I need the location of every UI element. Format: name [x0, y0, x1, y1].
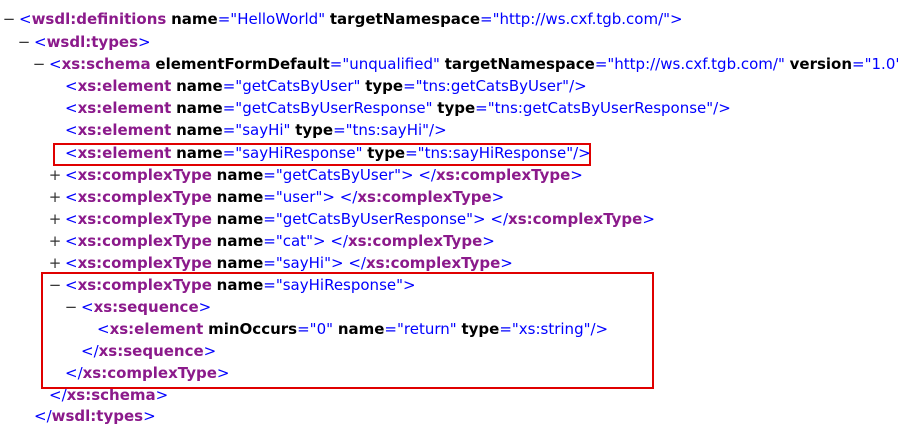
attr-name: targetNamespace	[329, 10, 480, 28]
xml-node-xs-complextype-collapsed: + <xs:complexType name="user"> </xs:compl…	[48, 186, 505, 208]
xml-node-wsdl-definitions: − <wsdl:definitions name="HelloWorld" tar…	[2, 8, 683, 30]
xml-node-xs-schema: − <xs:schema elementFormDefault="unqualif…	[32, 53, 898, 75]
attr-name: targetNamespace	[444, 55, 595, 73]
attr-name: name	[176, 121, 223, 139]
attr-value: tns:getCatsByUserResponse	[494, 99, 707, 117]
tag-name: xs:schema	[61, 55, 151, 73]
tag-name: xs:complexType	[77, 166, 212, 184]
tag-name: xs:complexType	[357, 188, 492, 206]
attr-name: name	[171, 10, 218, 28]
attr-name: type	[437, 99, 476, 117]
tag-name: xs:complexType	[508, 210, 643, 228]
tag-name: xs:complexType	[435, 166, 571, 184]
attr-value: cat	[282, 232, 307, 250]
attr-value: getCatsByUser	[242, 77, 354, 95]
attr-value: http://ws.cxf.tgb.com/	[499, 10, 664, 28]
attr-value: sayHi	[242, 121, 284, 139]
xml-node-xs-complextype-collapsed: + <xs:complexType name="sayHi"> </xs:comp…	[48, 252, 513, 274]
xml-node-end-wsdl-types: </wsdl:types>	[34, 407, 156, 425]
tag-name: xs:complexType	[365, 254, 501, 272]
attr-value: getCatsByUserResponse	[282, 210, 467, 228]
highlight-box-element	[53, 143, 591, 166]
attr-value: tns:getCatsByUser	[422, 77, 563, 95]
tag-name: wsdl:types	[46, 33, 139, 51]
tag-name: xs:complexType	[77, 210, 212, 228]
collapse-toggle[interactable]: −	[32, 53, 46, 75]
tag-name: xs:complexType	[77, 188, 212, 206]
attr-name: name	[216, 166, 264, 184]
attr-name: name	[176, 99, 223, 117]
tag-name: xs:complexType	[77, 254, 212, 272]
attr-value: unqualified	[349, 55, 434, 73]
tag-name: wsdl:definitions	[31, 10, 167, 28]
tag-name: wsdl:types	[51, 407, 144, 425]
attr-name: type	[365, 77, 404, 95]
attr-value: tns:sayHi	[352, 121, 423, 139]
xml-node-xs-complextype-collapsed: + <xs:complexType name="getCatsByUserResp…	[48, 208, 655, 230]
tag-name: xs:complexType	[77, 232, 212, 250]
expand-toggle[interactable]: +	[48, 208, 62, 230]
tag-name: xs:complexType	[347, 232, 483, 250]
attr-name: name	[216, 254, 264, 272]
attr-name: elementFormDefault	[155, 55, 330, 73]
attr-value: getCatsByUser	[282, 166, 395, 184]
xml-node-xs-element: <xs:element name="sayHi" type="tns:sayHi…	[65, 121, 447, 139]
expand-toggle[interactable]: +	[48, 164, 62, 186]
collapse-toggle[interactable]: −	[2, 8, 16, 30]
tag-name: xs:element	[77, 77, 172, 95]
xml-node-wsdl-types: − <wsdl:types>	[17, 31, 151, 53]
xml-tree-view: − <wsdl:definitions name="HelloWorld" tar…	[0, 0, 898, 426]
attr-value: user	[282, 188, 316, 206]
attr-name: name	[176, 77, 223, 95]
attr-name: name	[216, 210, 264, 228]
attr-name: name	[216, 232, 264, 250]
xml-node-xs-element: <xs:element name="getCatsByUser" type="t…	[65, 77, 587, 95]
attr-value: HelloWorld	[237, 10, 319, 28]
expand-toggle[interactable]: +	[48, 252, 62, 274]
xml-node-xs-complextype-collapsed: + <xs:complexType name="getCatsByUser"> <…	[48, 164, 583, 186]
attr-value: getCatsByUserResponse	[242, 99, 426, 117]
attr-value: 1.0	[871, 55, 896, 73]
tag-name: xs:element	[77, 121, 172, 139]
xml-node-xs-element: <xs:element name="getCatsByUserResponse"…	[65, 99, 731, 117]
expand-toggle[interactable]: +	[48, 230, 62, 252]
tag-name: xs:element	[77, 99, 172, 117]
attr-value: http://ws.cxf.tgb.com/	[614, 55, 778, 73]
attr-name: version	[789, 55, 853, 73]
attr-name: type	[295, 121, 334, 139]
collapse-toggle[interactable]: −	[17, 31, 31, 53]
attr-value: sayHi	[282, 254, 325, 272]
expand-toggle[interactable]: +	[48, 186, 62, 208]
highlight-box-complextype	[41, 272, 654, 389]
attr-name: name	[216, 188, 264, 206]
xml-node-xs-complextype-collapsed: + <xs:complexType name="cat"> </xs:comple…	[48, 230, 495, 252]
